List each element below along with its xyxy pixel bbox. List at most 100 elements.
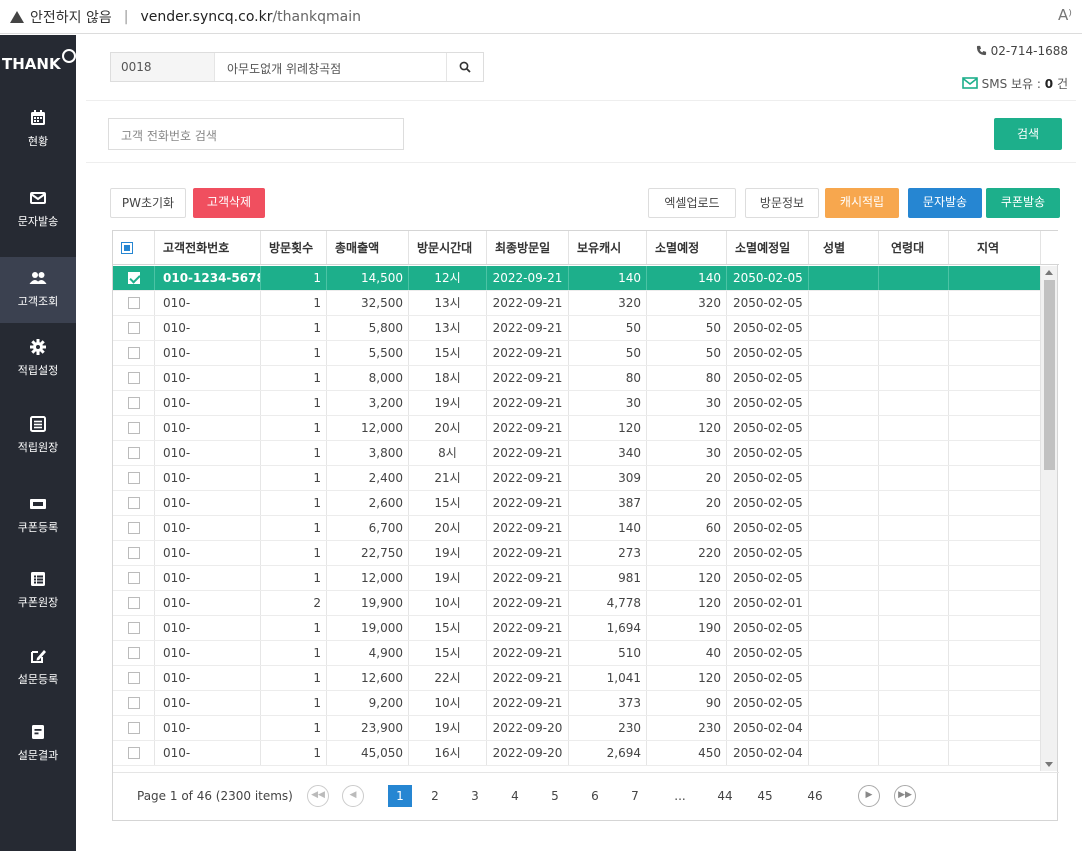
row-checkbox[interactable] [113,441,155,465]
cell-expire-date: 2050-02-04 [727,716,809,740]
cell-sales: 9,200 [327,691,409,715]
excel-upload-button[interactable]: 엑셀업로드 [648,188,736,218]
next-page-icon[interactable]: ▶ [858,785,880,807]
page-button[interactable]: 7 [623,785,647,807]
table-row[interactable]: 010-1234-5678 1 14,500 12시 2022-09-21 140 140 2… [113,266,1041,291]
table-row[interactable]: 010- 1 12,000 20시 2022-09-21 120 120 2050-02-05 [113,416,1041,441]
table-row[interactable]: 010- 1 2,600 15시 2022-09-21 387 20 2050-02-05 [113,491,1041,516]
table-row[interactable]: 010- 1 6,700 20시 2022-09-21 140 60 2050-02-05 [113,516,1041,541]
table-row[interactable]: 010- 2 19,900 10시 2022-09-21 4,778 120 2050-02-… [113,591,1041,616]
sidebar-item-reward-settings[interactable]: 적립설정 [0,338,76,404]
column-header[interactable]: 방문시간대 [409,231,487,264]
row-checkbox[interactable] [113,716,155,740]
table-row[interactable]: 010- 1 23,900 19시 2022-09-20 230 230 2050-02-04 [113,716,1041,741]
cash-reward-button[interactable]: 캐시적립 [825,188,899,218]
url-text[interactable]: vender.syncq.co.kr/thankqmain [140,9,361,25]
sidebar-item-status[interactable]: 현황 [0,109,76,175]
table-row[interactable]: 010- 1 4,900 15시 2022-09-21 510 40 2050-02-05 [113,641,1041,666]
page-button[interactable]: 6 [583,785,607,807]
send-sms-button[interactable]: 문자발송 [908,188,982,218]
last-page-icon[interactable]: ▶▶ [894,785,916,807]
column-header[interactable]: 최종방문일 [487,231,569,264]
page-button[interactable]: 1 [388,785,412,807]
column-header[interactable]: 소멸예정일 [727,231,809,264]
row-checkbox[interactable] [113,466,155,490]
page-button[interactable]: 2 [423,785,447,807]
sidebar-item-coupon-register[interactable]: 쿠폰등록 [0,495,76,561]
row-checkbox[interactable] [113,541,155,565]
row-checkbox[interactable] [113,366,155,390]
row-checkbox[interactable] [113,316,155,340]
scroll-down-icon[interactable] [1045,762,1053,767]
column-header[interactable]: 성별 [809,231,879,264]
row-checkbox[interactable] [113,491,155,515]
insecure-label[interactable]: 안전하지 않음 [30,7,112,27]
table-row[interactable]: 010- 1 32,500 13시 2022-09-21 320 320 2050-02-05 [113,291,1041,316]
cell-expire: 120 [647,591,727,615]
column-header[interactable]: 방문횟수 [261,231,327,264]
reader-mode-icon[interactable]: A⁾ [1058,6,1072,24]
select-all-checkbox[interactable] [113,231,155,264]
page-button[interactable]: 46 [803,785,827,807]
row-checkbox[interactable] [113,391,155,415]
row-checkbox[interactable] [113,341,155,365]
table-row[interactable]: 010- 1 45,050 16시 2022-09-20 2,694 450 2050-02-… [113,741,1041,766]
page-button[interactable]: 4 [503,785,527,807]
sidebar-item-customers[interactable]: 고객조회 [0,257,76,323]
store-search-button[interactable] [447,53,483,81]
page-button[interactable]: 45 [753,785,777,807]
sidebar-item-survey-register[interactable]: 설문등록 [0,647,76,713]
row-checkbox[interactable] [113,666,155,690]
vertical-scrollbar[interactable] [1040,266,1057,771]
row-checkbox[interactable] [113,291,155,315]
table-row[interactable]: 010- 1 5,800 13시 2022-09-21 50 50 2050-02-05 [113,316,1041,341]
cell-expire-date: 2050-02-04 [727,741,809,765]
scrollbar-thumb[interactable] [1044,280,1055,470]
sidebar-item-survey-results[interactable]: 설문결과 [0,723,76,789]
table-row[interactable]: 010- 1 9,200 10시 2022-09-21 373 90 2050-02-05 [113,691,1041,716]
table-row[interactable]: 010- 1 12,000 19시 2022-09-21 981 120 2050-02-05 [113,566,1041,591]
row-checkbox[interactable] [113,516,155,540]
row-checkbox[interactable] [113,566,155,590]
column-header[interactable]: 총매출액 [327,231,409,264]
cell-phone: 010- [155,291,261,315]
logo[interactable]: THANK [0,49,76,85]
column-header[interactable]: 연령대 [879,231,949,264]
row-checkbox[interactable] [113,266,155,290]
page-button[interactable]: 3 [463,785,487,807]
column-header[interactable]: 소멸예정 [647,231,727,264]
table-row[interactable]: 010- 1 12,600 22시 2022-09-21 1,041 120 2050-02-… [113,666,1041,691]
visit-info-button[interactable]: 방문정보 [745,188,819,218]
table-row[interactable]: 010- 1 5,500 15시 2022-09-21 50 50 2050-02-05 [113,341,1041,366]
page-button[interactable]: 5 [543,785,567,807]
column-header[interactable]: 지역 [949,231,1041,264]
table-row[interactable]: 010- 1 22,750 19시 2022-09-21 273 220 2050-02-05 [113,541,1041,566]
pw-reset-button[interactable]: PW초기화 [110,188,186,218]
delete-customer-button[interactable]: 고객삭제 [193,188,265,218]
prev-page-icon[interactable]: ◀ [342,785,364,807]
send-coupon-button[interactable]: 쿠폰발송 [986,188,1060,218]
table-row[interactable]: 010- 1 2,400 21시 2022-09-21 309 20 2050-02-05 [113,466,1041,491]
first-page-icon[interactable]: ◀◀ [307,785,329,807]
table-row[interactable]: 010- 1 3,200 19시 2022-09-21 30 30 2050-02-05 [113,391,1041,416]
column-header[interactable]: 고객전화번호 [155,231,261,264]
search-button[interactable]: 검색 [994,118,1062,150]
scroll-up-icon[interactable] [1045,270,1053,275]
column-header[interactable]: 보유캐시 [569,231,647,264]
page-button[interactable]: 44 [713,785,737,807]
sidebar-item-reward-ledger[interactable]: 적립원장 [0,415,76,481]
table-row[interactable]: 010- 1 3,800 8시 2022-09-21 340 30 2050-02-05 [113,441,1041,466]
row-checkbox[interactable] [113,691,155,715]
row-checkbox[interactable] [113,616,155,640]
table-row[interactable]: 010- 1 8,000 18시 2022-09-21 80 80 2050-02-05 [113,366,1041,391]
sidebar-item-sms[interactable]: 문자발송 [0,189,76,255]
row-checkbox[interactable] [113,416,155,440]
row-checkbox[interactable] [113,741,155,765]
row-checkbox[interactable] [113,641,155,665]
customer-phone-search-input[interactable]: 고객 전화번호 검색 [108,118,404,150]
cell-last: 2022-09-21 [487,541,569,565]
sidebar-item-coupon-ledger[interactable]: 쿠폰원장 [0,570,76,636]
table-row[interactable]: 010- 1 19,000 15시 2022-09-21 1,694 190 2050-02-… [113,616,1041,641]
store-selector[interactable]: 0018 아무도없개 위례창곡점 [110,52,484,82]
row-checkbox[interactable] [113,591,155,615]
